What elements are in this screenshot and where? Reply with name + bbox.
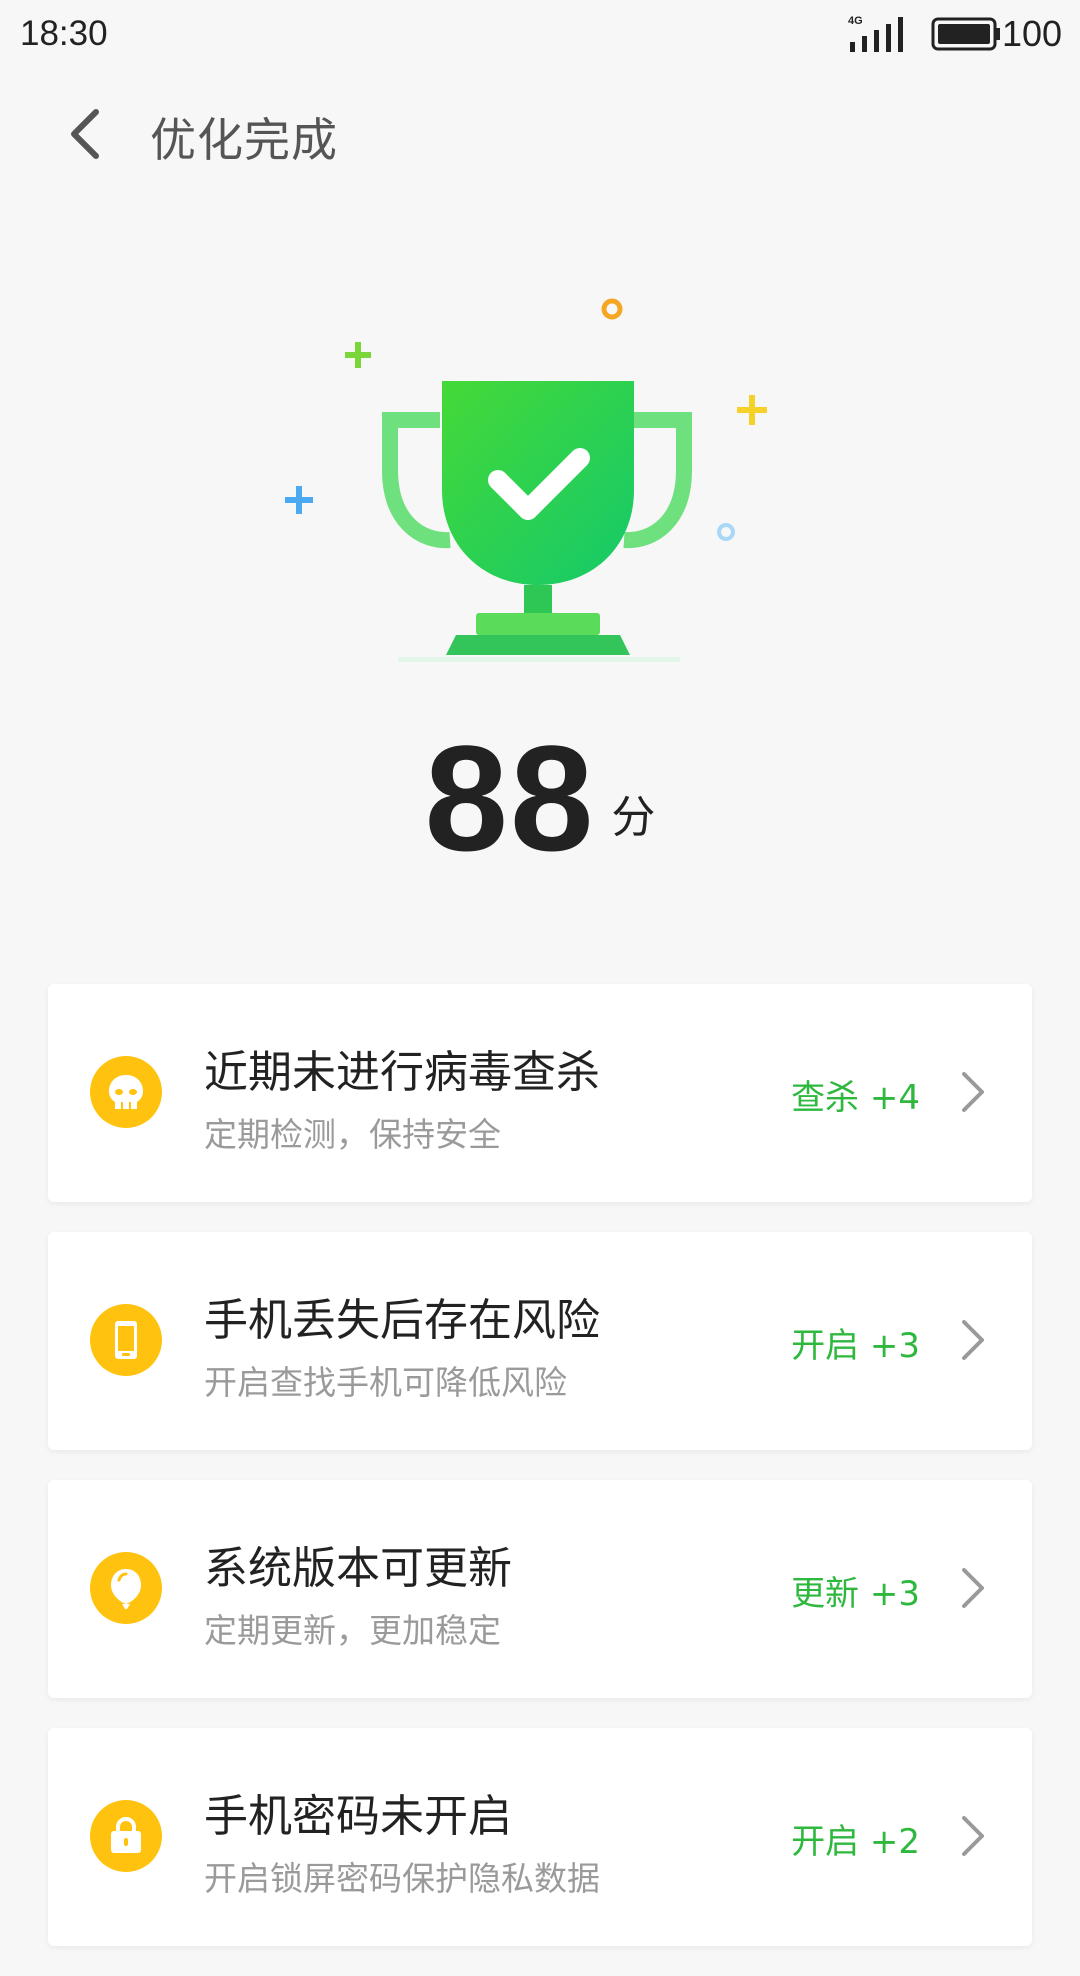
issue-card-system-update[interactable]: 系统版本可更新 定期更新，更加稳定 更新 +3 <box>48 1480 1032 1698</box>
back-arrow-icon[interactable] <box>56 102 120 166</box>
card-subtitle: 开启查找手机可降低风险 <box>204 1363 567 1402</box>
battery-level: 100 <box>1002 13 1063 54</box>
lock-icon <box>90 1800 162 1872</box>
chevron-right-icon[interactable] <box>954 1070 990 1114</box>
balloon-icon <box>90 1552 162 1624</box>
sparkle-plus-yellow <box>737 395 767 425</box>
card-subtitle: 定期检测，保持安全 <box>204 1115 501 1154</box>
chevron-right-icon[interactable] <box>954 1318 990 1362</box>
status-bar: 18:30 4G 100 <box>0 0 1080 68</box>
skull-icon <box>90 1056 162 1128</box>
sparkle-plus-blue <box>285 486 313 514</box>
issue-list: 近期未进行病毒查杀 定期检测，保持安全 查杀 +4 手机丢失后存在风险 开启查找… <box>48 984 1032 1976</box>
card-title: 手机密码未开启 <box>204 1791 512 1842</box>
sparkle-ring-lightblue <box>717 523 735 541</box>
issue-card-virus-scan[interactable]: 近期未进行病毒查杀 定期检测，保持安全 查杀 +4 <box>48 984 1032 1202</box>
score-display: 88 分 <box>0 712 1080 885</box>
sparkle-ring-orange <box>601 298 623 320</box>
status-time: 18:30 <box>20 14 108 53</box>
header: 优化完成 <box>0 68 1080 198</box>
score-unit: 分 <box>611 792 656 843</box>
phone-icon <box>90 1304 162 1376</box>
card-action-label[interactable]: 更新 +3 <box>791 1566 920 1615</box>
card-title: 近期未进行病毒查杀 <box>204 1047 600 1098</box>
issue-card-lock-password[interactable]: 手机密码未开启 开启锁屏密码保护隐私数据 开启 +2 <box>48 1728 1032 1946</box>
card-title: 系统版本可更新 <box>204 1543 512 1594</box>
page-title: 优化完成 <box>150 113 338 167</box>
battery-icon <box>931 17 1000 51</box>
trophy-icon <box>285 298 767 662</box>
card-subtitle: 开启锁屏密码保护隐私数据 <box>204 1859 600 1898</box>
chevron-right-icon[interactable] <box>954 1566 990 1610</box>
chevron-right-icon[interactable] <box>954 1814 990 1858</box>
network-type-label: 4G <box>848 15 863 27</box>
score-value: 88 <box>424 714 596 882</box>
sparkle-plus-green <box>345 342 371 368</box>
card-title: 手机丢失后存在风险 <box>204 1295 600 1346</box>
card-subtitle: 定期更新，更加稳定 <box>204 1611 501 1650</box>
issue-card-find-phone[interactable]: 手机丢失后存在风险 开启查找手机可降低风险 开启 +3 <box>48 1232 1032 1450</box>
card-action-label[interactable]: 开启 +2 <box>791 1814 920 1863</box>
card-action-label[interactable]: 查杀 +4 <box>791 1070 920 1119</box>
card-action-label[interactable]: 开启 +3 <box>791 1318 920 1367</box>
trophy-illustration <box>0 280 1080 700</box>
signal-4g-icon: 4G <box>848 15 903 52</box>
